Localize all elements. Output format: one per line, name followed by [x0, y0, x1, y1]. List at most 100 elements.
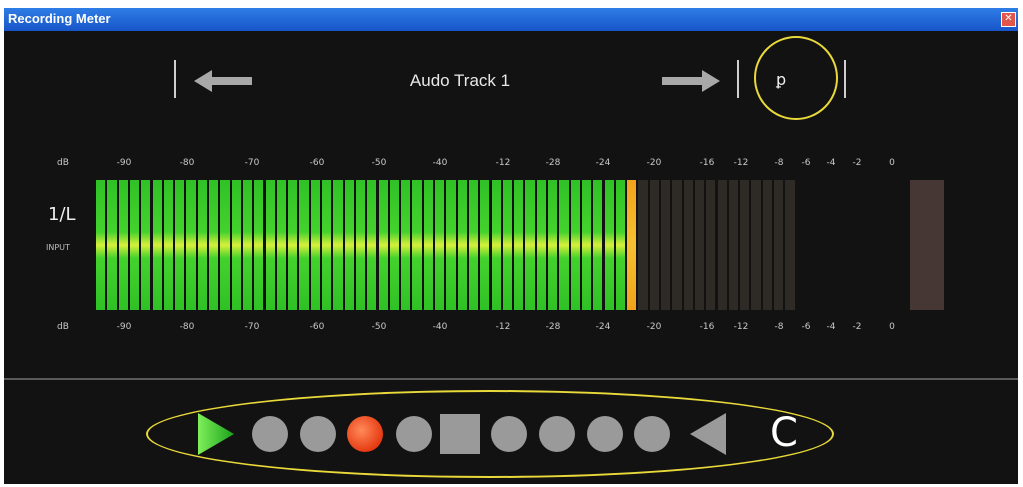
db-tick: 0	[889, 322, 895, 332]
circle-icon[interactable]	[396, 416, 432, 452]
meter-segment	[638, 180, 648, 310]
track-name: Audo Track 1	[409, 71, 511, 90]
meter-segment	[322, 180, 332, 310]
db-tick: -12	[733, 322, 749, 332]
meter-segment	[457, 180, 467, 310]
arrow-left-icon[interactable]	[194, 70, 254, 92]
meter-segment	[231, 180, 241, 310]
meter-segment	[333, 180, 343, 310]
meter-segment	[129, 180, 140, 310]
db-tick: -80	[179, 322, 195, 332]
circle-icon[interactable]	[539, 416, 575, 452]
meter-segment	[141, 180, 151, 310]
db-label-bottom: dB	[57, 322, 69, 332]
db-tick: -16	[699, 322, 715, 332]
meter-segment	[446, 180, 456, 310]
meter-segment	[288, 180, 298, 310]
meter-segment	[242, 180, 253, 310]
meter-segment	[152, 180, 162, 310]
db-tick: -80	[179, 158, 195, 168]
circle-icon[interactable]	[300, 416, 336, 452]
meter-segment	[762, 180, 772, 310]
db-scale-bottom: dB -90 -80 -70 -60 -50 -40 -12 -28 -24 -20 -16 -12-…	[4, 322, 1018, 336]
meter-segment	[683, 180, 693, 310]
db-tick: -70	[244, 322, 260, 332]
meter-segment	[299, 180, 309, 310]
meter-segment	[367, 180, 377, 310]
play-icon[interactable]	[196, 411, 236, 457]
circle-icon[interactable]	[491, 416, 527, 452]
meter-segment	[401, 180, 411, 310]
db-tick: -90	[116, 158, 132, 168]
meter-segment	[649, 180, 659, 310]
db-tick: -28	[545, 322, 561, 332]
meter-segment	[672, 180, 682, 310]
circle-icon[interactable]	[252, 416, 288, 452]
db-tick: -60	[309, 322, 325, 332]
db-tick: -6	[801, 322, 811, 332]
channel-label: 1/L	[48, 204, 76, 225]
meter-segment	[661, 180, 671, 310]
meter-segment	[740, 180, 750, 310]
meter-segment	[536, 180, 546, 310]
pushpin-icon[interactable]: ꝑ	[776, 70, 786, 89]
rewind-triangle-icon[interactable]	[688, 411, 728, 457]
meter-segment	[175, 180, 185, 310]
db-tick: -6	[801, 158, 811, 168]
clip-indicator	[910, 180, 944, 310]
transport-highlight-ring	[146, 390, 834, 478]
meter-segment	[548, 180, 558, 310]
separator-right	[844, 60, 846, 98]
recording-meter-window: Recording Meter ✕ Audo Track 1 ꝑ dB -90 -…	[4, 8, 1018, 484]
meter-segment	[468, 180, 479, 310]
meter-segment	[423, 180, 433, 310]
transport-bar: C	[4, 386, 1018, 484]
level-meter	[96, 180, 948, 310]
meter-segment	[163, 180, 174, 310]
meter-segment	[706, 180, 716, 310]
meter-segment	[514, 180, 524, 310]
db-tick: -2	[852, 322, 862, 332]
db-tick: -20	[646, 158, 662, 168]
meter-segment	[525, 180, 535, 310]
db-tick: -90	[116, 322, 132, 332]
meter-segment	[502, 180, 513, 310]
stop-icon[interactable]	[440, 414, 480, 454]
circle-icon[interactable]	[587, 416, 623, 452]
db-tick: -50	[371, 322, 387, 332]
arrow-right-icon[interactable]	[660, 70, 720, 92]
db-tick: -8	[774, 158, 784, 168]
db-tick: -24	[595, 158, 611, 168]
meter-segment	[412, 180, 422, 310]
meter-segment	[186, 180, 196, 310]
circle-icon[interactable]	[634, 416, 670, 452]
db-tick: -20	[646, 322, 662, 332]
meter-segment	[355, 180, 366, 310]
meter-segment	[220, 180, 230, 310]
meter-segment	[785, 180, 795, 310]
meter-segment	[581, 180, 592, 310]
db-label-top: dB	[57, 158, 69, 168]
db-tick: -12	[495, 322, 511, 332]
db-tick: -40	[432, 158, 448, 168]
db-scale-top: dB -90 -80 -70 -60 -50 -40 -12 -28 -24 -20 -16 -12-…	[4, 158, 1018, 172]
title-bar[interactable]: Recording Meter ✕	[4, 8, 1018, 31]
divider	[4, 378, 1018, 380]
meter-segment	[118, 180, 128, 310]
db-tick: -24	[595, 322, 611, 332]
meter-segment	[604, 180, 614, 310]
window-title: Recording Meter	[8, 11, 111, 26]
meter-segment	[344, 180, 354, 310]
close-icon[interactable]: ✕	[1001, 12, 1016, 27]
meter-segment	[276, 180, 287, 310]
separator-left	[174, 60, 176, 98]
meter-segment	[694, 180, 705, 310]
record-icon[interactable]	[347, 416, 383, 452]
db-tick: -70	[244, 158, 260, 168]
clear-button[interactable]: C	[770, 410, 798, 456]
meter-segment	[751, 180, 761, 310]
meter-segment	[435, 180, 445, 310]
meter-segment	[774, 180, 784, 310]
db-tick: -8	[774, 322, 784, 332]
meter-segment	[254, 180, 264, 310]
